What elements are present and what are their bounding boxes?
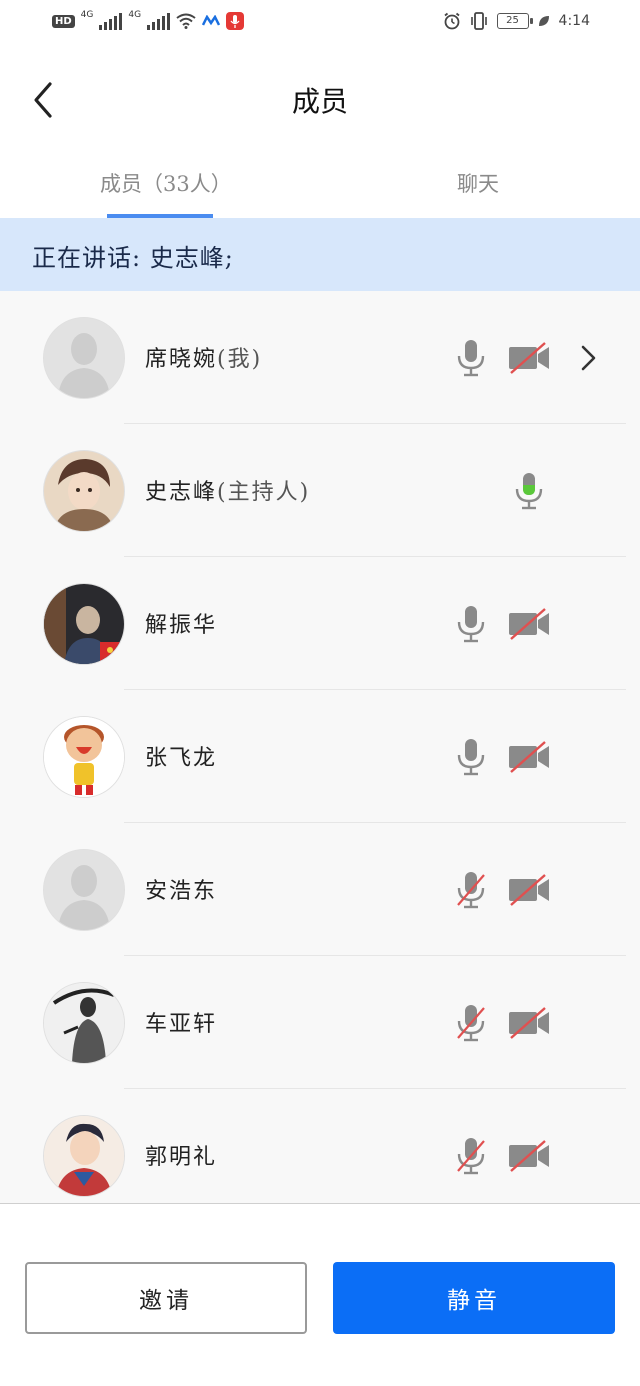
placeholder-avatar: [43, 317, 125, 399]
invite-button[interactable]: 邀请: [25, 1262, 307, 1334]
camera-off-icon[interactable]: [507, 607, 551, 641]
status-right: 25 4:14: [443, 12, 590, 30]
member-row[interactable]: 史志峰(主持人): [0, 424, 640, 557]
tab-members[interactable]: 成员（33人）: [100, 168, 232, 198]
member-name-text: 安浩东: [145, 879, 218, 904]
member-name: 安浩东: [145, 873, 217, 905]
member-name-text: 席晓婉: [145, 347, 218, 372]
member-row[interactable]: 解振华: [0, 557, 640, 690]
app-logo-icon: [202, 15, 221, 26]
mic-icon[interactable]: [456, 339, 486, 377]
battery-indicator: 25: [496, 13, 533, 29]
member-row[interactable]: 张飞龙: [0, 690, 640, 823]
camera-off-icon[interactable]: [507, 1006, 551, 1040]
member-role-suffix: (我): [217, 347, 263, 372]
network-4g-label-2: 4G: [128, 10, 142, 20]
signal-icon-2: [147, 12, 171, 30]
network-4g-label: 4G: [80, 10, 94, 20]
member-name-text: 郭明礼: [145, 1145, 218, 1170]
member-row[interactable]: 席晓婉(我): [0, 291, 640, 424]
camera-off-icon[interactable]: [507, 341, 551, 375]
member-name: 解振华: [145, 607, 217, 639]
camera-off-icon[interactable]: [507, 873, 551, 907]
wifi-icon: [176, 13, 196, 29]
member-name-text: 解振华: [145, 613, 218, 638]
member-name: 张飞龙: [145, 740, 217, 772]
mic-muted-icon[interactable]: [456, 871, 486, 909]
camera-off-icon[interactable]: [507, 740, 551, 774]
status-bar: HD 4G 4G 25 4:14: [0, 0, 640, 50]
chevron-right-icon[interactable]: [578, 343, 598, 373]
member-name: 席晓婉(我): [145, 341, 262, 373]
member-role-suffix: (主持人): [217, 480, 311, 505]
vibrate-icon: [470, 12, 487, 30]
mic-muted-icon[interactable]: [456, 1137, 486, 1175]
hd-indicator: HD: [52, 14, 75, 28]
mic-icon[interactable]: [456, 605, 486, 643]
status-left: HD 4G 4G: [52, 10, 245, 30]
recording-mic-icon: [226, 12, 245, 30]
alarm-icon: [443, 12, 460, 30]
speaking-banner: 正在讲话: 史志峰;: [0, 218, 640, 291]
app-header: 成员: [0, 50, 640, 150]
clock: 4:14: [558, 13, 590, 29]
member-name: 车亚轩: [145, 1006, 217, 1038]
tab-chat[interactable]: 聊天: [457, 168, 499, 198]
signal-icon: [99, 12, 123, 30]
member-row[interactable]: 安浩东: [0, 823, 640, 956]
member-name: 郭明礼: [145, 1139, 217, 1171]
anime-boy-avatar: [43, 450, 125, 532]
illustrated-man-avatar: [43, 1115, 125, 1197]
member-row[interactable]: 车亚轩: [0, 956, 640, 1089]
ink-warrior-avatar: [43, 982, 125, 1064]
tab-bar: 成员（33人） 聊天: [0, 150, 640, 218]
member-row[interactable]: 郭明礼: [0, 1089, 640, 1203]
member-name: 史志峰(主持人): [145, 474, 310, 506]
mic-speaking-icon[interactable]: [514, 472, 544, 510]
mute-all-button[interactable]: 静音: [333, 1262, 615, 1334]
mic-icon[interactable]: [456, 738, 486, 776]
member-name-text: 车亚轩: [145, 1012, 218, 1037]
camera-off-icon[interactable]: [507, 1139, 551, 1173]
placeholder-avatar: [43, 849, 125, 931]
member-name-text: 史志峰: [145, 480, 218, 505]
footer-bar: 邀请 静音: [0, 1204, 640, 1386]
member-name-text: 张飞龙: [145, 746, 218, 771]
dark-photo-avatar: [43, 583, 125, 665]
speaking-text: 正在讲话: 史志峰;: [32, 244, 234, 272]
cartoon-kid-avatar: [43, 716, 125, 798]
mic-muted-icon[interactable]: [456, 1004, 486, 1042]
leaf-icon: [538, 16, 549, 26]
page-title: 成员: [291, 85, 348, 118]
member-list[interactable]: 席晓婉(我) 史志峰(主持人) 解振华 张飞龙 安浩东 车亚轩 郭明礼: [0, 291, 640, 1203]
